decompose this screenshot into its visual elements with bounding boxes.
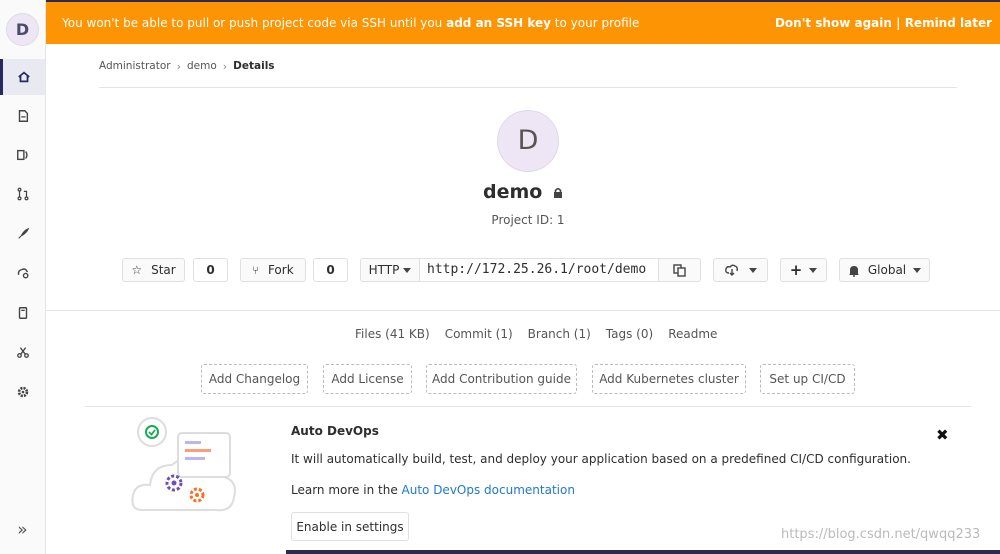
divider — [46, 310, 1000, 311]
operations-icon — [17, 268, 29, 279]
sidebar-item-issues[interactable] — [0, 137, 45, 173]
project-stats: Files (41 KB) Commit (1) Branch (1) Tags… — [355, 327, 717, 341]
divider — [99, 87, 957, 88]
plus-icon: + — [789, 261, 803, 279]
auto-devops-description: It will automatically build, test, and d… — [291, 452, 911, 466]
breadcrumb: Administrator › demo › Details — [99, 58, 275, 74]
protocol-label: HTTP — [368, 263, 400, 277]
banner-text: You won't be able to pull or push projec… — [62, 16, 447, 30]
chevron-down-icon — [748, 267, 757, 273]
sidebar-item-project[interactable] — [0, 59, 45, 95]
close-icon[interactable]: ✖ — [936, 426, 949, 444]
bottom-strip — [286, 550, 1000, 554]
learn-more-text: Learn more in the — [291, 483, 402, 497]
auto-devops-learn-more: Learn more in the Auto DevOps documentat… — [291, 483, 575, 497]
protocol-dropdown[interactable]: HTTP — [360, 258, 420, 282]
fork-icon: ⑂ — [252, 263, 259, 277]
sidebar: D » — [0, 0, 46, 554]
chevron-down-icon — [403, 267, 412, 273]
repository-icon — [18, 110, 28, 122]
download-icon — [724, 264, 738, 276]
sidebar-item-repository[interactable] — [0, 98, 45, 134]
wiki-icon — [18, 307, 27, 319]
enable-in-settings-button[interactable]: Enable in settings — [291, 512, 409, 541]
banner-actions: Don't show again | Remind later — [775, 16, 992, 30]
sidebar-item-snippets[interactable] — [0, 334, 45, 370]
sidebar-item-operations[interactable] — [0, 255, 45, 291]
project-avatar-small[interactable]: D — [6, 13, 39, 46]
add-license-button[interactable]: Add License — [323, 364, 412, 394]
home-icon — [18, 71, 30, 83]
stat-tags[interactable]: Tags (0) — [606, 327, 653, 341]
divider — [85, 406, 971, 407]
bell-icon — [848, 265, 859, 277]
fork-button[interactable]: ⑂ Fork — [240, 258, 306, 282]
chevron-down-icon — [913, 267, 922, 273]
banner-text-end: to your profile — [550, 16, 640, 30]
star-label: Star — [151, 263, 176, 277]
stat-readme[interactable]: Readme — [668, 327, 717, 341]
stat-branches[interactable]: Branch (1) — [528, 327, 591, 341]
snippets-icon — [16, 347, 29, 358]
star-icon: ☆ — [131, 263, 143, 277]
sidebar-item-wiki[interactable] — [0, 295, 45, 331]
auto-devops-docs-link[interactable]: Auto DevOps documentation — [402, 483, 575, 497]
lock-icon — [553, 187, 562, 198]
add-ssh-key-link[interactable]: add an SSH key — [446, 16, 551, 30]
star-count[interactable]: 0 — [193, 258, 228, 282]
fork-count[interactable]: 0 — [313, 258, 348, 282]
auto-devops-illustration — [131, 417, 236, 512]
clone-url-input[interactable]: http://172.25.26.1/root/demo — [419, 258, 659, 282]
star-button[interactable]: ☆ Star — [122, 258, 185, 282]
add-kubernetes-cluster-button[interactable]: Add Kubernetes cluster — [592, 364, 746, 394]
add-new-dropdown[interactable]: + — [780, 258, 827, 282]
ssh-key-banner: You won't be able to pull or push projec… — [46, 2, 1000, 44]
remind-later-link[interactable]: Remind later — [905, 16, 992, 30]
notification-dropdown[interactable]: Global — [839, 258, 930, 282]
project-id: Project ID: 1 — [491, 213, 565, 227]
breadcrumb-item-demo[interactable]: demo — [187, 60, 217, 72]
settings-icon — [17, 386, 28, 398]
watermark: https://blog.csdn.net/qwqq233 — [781, 527, 981, 542]
copy-icon — [673, 263, 686, 277]
dont-show-again-link[interactable]: Don't show again — [775, 16, 892, 30]
breadcrumb-current[interactable]: Details — [233, 60, 274, 72]
auto-devops-title: Auto DevOps — [291, 424, 379, 438]
sidebar-item-settings[interactable] — [0, 374, 45, 410]
banner-message: You won't be able to pull or push projec… — [62, 16, 775, 30]
notification-label: Global — [867, 263, 907, 277]
stat-files[interactable]: Files (41 KB) — [355, 327, 430, 341]
breadcrumb-item-administrator[interactable]: Administrator — [99, 60, 171, 72]
rocket-icon — [17, 227, 29, 239]
download-dropdown[interactable] — [713, 258, 768, 282]
issues-icon — [16, 149, 28, 161]
breadcrumb-separator: › — [222, 59, 228, 73]
add-contribution-guide-button[interactable]: Add Contribution guide — [426, 364, 577, 394]
collapse-sidebar-button[interactable]: » — [0, 512, 45, 548]
fork-label: Fork — [267, 263, 294, 277]
project-title: demo — [0, 181, 1000, 203]
stat-commits[interactable]: Commit (1) — [445, 327, 513, 341]
banner-divider: | — [891, 16, 905, 30]
chevron-down-icon — [809, 267, 818, 273]
project-name: demo — [483, 181, 543, 203]
breadcrumb-separator: › — [176, 59, 181, 73]
copy-url-button[interactable] — [658, 258, 701, 282]
setup-ci-cd-button[interactable]: Set up CI/CD — [760, 364, 855, 394]
add-changelog-button[interactable]: Add Changelog — [201, 364, 308, 394]
project-avatar: D — [497, 110, 559, 172]
